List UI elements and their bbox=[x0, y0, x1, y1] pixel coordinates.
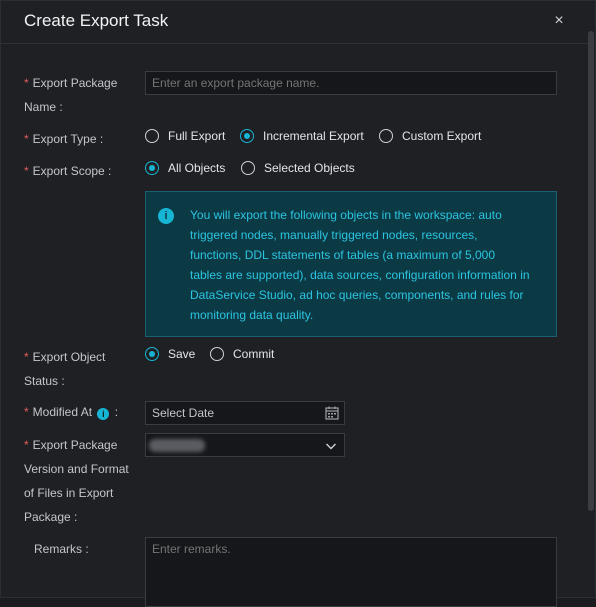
package-name-input[interactable] bbox=[145, 71, 557, 95]
radio-circle-selected bbox=[145, 161, 159, 175]
radio-circle bbox=[210, 347, 224, 361]
radio-circle bbox=[145, 129, 159, 143]
info-icon[interactable]: i bbox=[97, 408, 110, 420]
chevron-down-icon bbox=[326, 443, 336, 450]
package-version-label: * Export Package Version and Format of Fi… bbox=[24, 438, 129, 524]
radio-incremental-export[interactable]: Incremental Export bbox=[240, 129, 364, 143]
dialog-scrollbar[interactable] bbox=[588, 31, 594, 511]
remarks-textarea[interactable] bbox=[145, 537, 557, 607]
calendar-icon bbox=[325, 406, 339, 420]
radio-custom-export[interactable]: Custom Export bbox=[379, 129, 481, 143]
package-version-select[interactable] bbox=[145, 433, 345, 457]
export-scope-label: * Export Scope : bbox=[24, 164, 112, 178]
dialog-header: Create Export Task × bbox=[1, 1, 595, 44]
notice-text: You will export the following objects in… bbox=[190, 208, 530, 322]
radio-circle bbox=[379, 129, 393, 143]
radio-save[interactable]: Save bbox=[145, 347, 195, 361]
radio-circle-selected bbox=[145, 347, 159, 361]
radio-circle bbox=[241, 161, 255, 175]
info-icon: i bbox=[158, 208, 174, 224]
remarks-label: Remarks : bbox=[34, 542, 89, 556]
radio-selected-objects[interactable]: Selected Objects bbox=[241, 161, 355, 175]
modified-at-date-picker[interactable]: Select Date bbox=[145, 401, 345, 425]
export-scope-notice: i You will export the following objects … bbox=[145, 191, 557, 337]
radio-circle-selected bbox=[240, 129, 254, 143]
object-status-label: * Export Object Status : bbox=[24, 350, 106, 388]
selected-value-redacted bbox=[149, 439, 205, 452]
radio-commit[interactable]: Commit bbox=[210, 347, 274, 361]
close-icon[interactable]: × bbox=[549, 11, 569, 31]
package-name-label: * Export Package Name : bbox=[24, 76, 118, 114]
radio-full-export[interactable]: Full Export bbox=[145, 129, 225, 143]
modified-at-label: * Modified At i : bbox=[24, 405, 119, 420]
dialog-title: Create Export Task bbox=[24, 11, 169, 30]
radio-all-objects[interactable]: All Objects bbox=[145, 161, 225, 175]
create-export-task-dialog: Create Export Task × * Export Package Nam… bbox=[0, 0, 596, 607]
export-type-label: * Export Type : bbox=[24, 132, 104, 146]
